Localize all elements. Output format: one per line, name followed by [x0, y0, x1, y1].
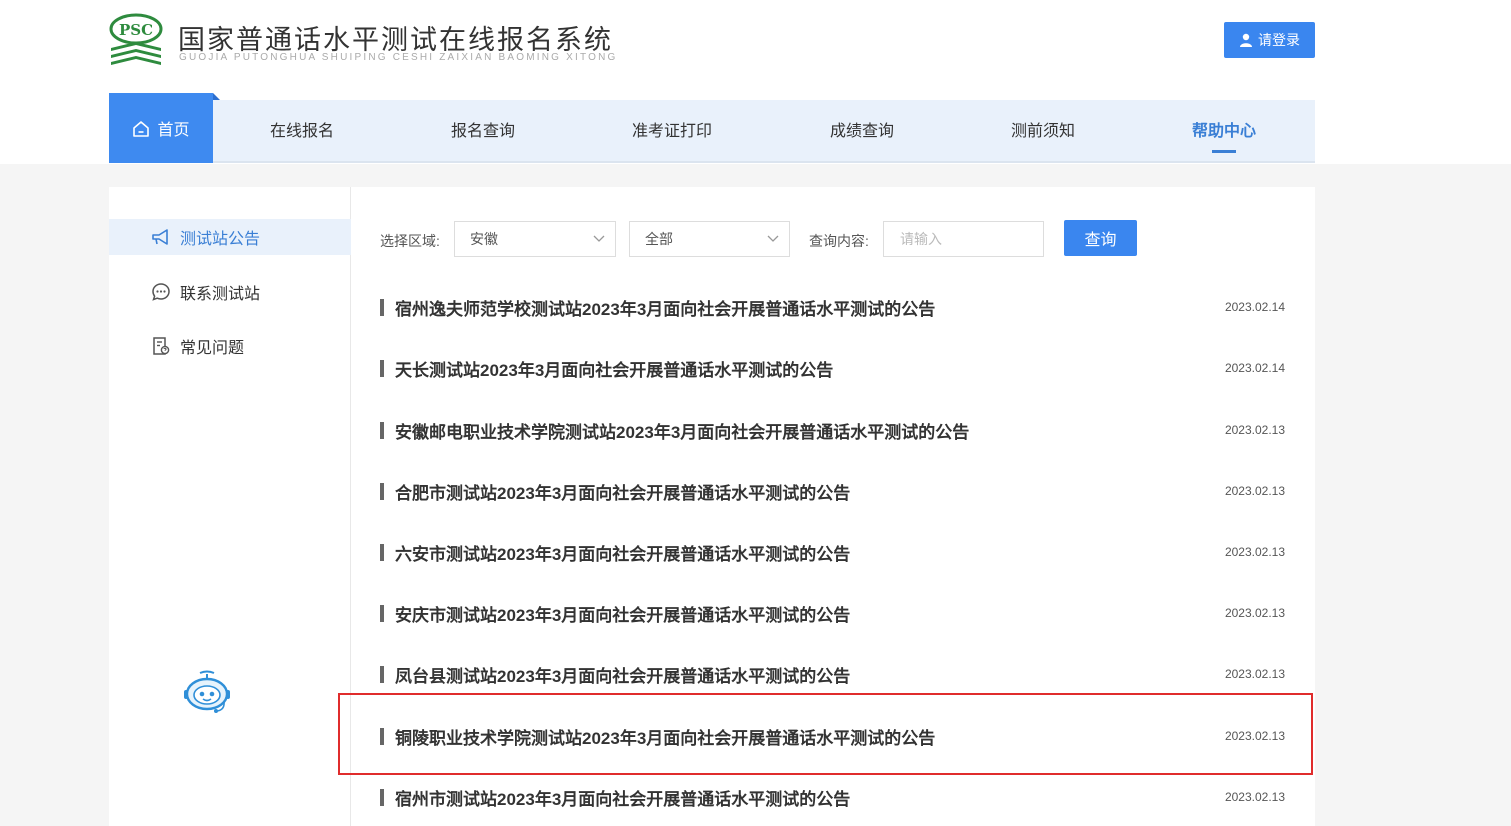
sidebar-item-label: 测试站公告: [180, 231, 261, 248]
search-input[interactable]: [883, 221, 1044, 257]
sidebar-item-station-notices[interactable]: 测试站公告: [109, 219, 351, 255]
notice-title[interactable]: 宿州市测试站2023年3月面向社会开展普通话水平测试的公告: [395, 785, 1225, 810]
notice-date: 2023.02.13: [1224, 667, 1285, 681]
psc-logo-icon: PSC: [109, 13, 163, 65]
login-label: 请登录: [1258, 32, 1300, 48]
notice-date: 2023.02.14: [1224, 300, 1285, 314]
region-select-value: 安徽: [470, 231, 498, 247]
login-button[interactable]: 请登录: [1224, 22, 1315, 58]
notice-date: 2023.02.14: [1224, 361, 1285, 375]
site-logo[interactable]: PSC 国家普通话水平测试在线报名系统 GUOJIA PUTONGHUA SHU…: [108, 12, 648, 70]
nav-home-label: 首页: [157, 122, 190, 139]
nav-item-online-registration[interactable]: 在线报名: [252, 100, 352, 163]
chevron-down-icon: [767, 235, 779, 242]
content-panel: 测试站公告 联系测试站 常见问题 选择区域: 安徽 全部 查询内容: 请输入 查…: [109, 187, 1315, 826]
list-bullet: [380, 359, 384, 377]
notice-title[interactable]: 铜陵职业技术学院测试站2023年3月面向社会开展普通话水平测试的公告: [395, 724, 1225, 749]
notice-date: 2023.02.13: [1224, 790, 1285, 804]
nav-item-registration-query[interactable]: 报名查询: [433, 100, 533, 163]
notice-date: 2023.02.13: [1224, 729, 1285, 743]
notice-date: 2023.02.13: [1224, 484, 1285, 498]
category-select[interactable]: 全部: [629, 221, 790, 257]
document-question-icon: [153, 337, 170, 355]
notice-title[interactable]: 天长测试站2023年3月面向社会开展普通话水平测试的公告: [395, 356, 1225, 381]
main-nav: 首页 在线报名 报名查询 准考证打印 成绩查询 测前须知 帮助中心: [109, 93, 1315, 163]
list-item[interactable]: 天长测试站2023年3月面向社会开展普通话水平测试的公告 2023.02.14: [380, 348, 1285, 388]
list-bullet: [380, 788, 384, 806]
list-item[interactable]: 安徽邮电职业技术学院测试站2023年3月面向社会开展普通话水平测试的公告 202…: [380, 410, 1285, 450]
list-bullet: [380, 543, 384, 561]
sidebar-item-faq[interactable]: 常见问题: [109, 328, 351, 364]
nav-item-help-center[interactable]: 帮助中心: [1174, 100, 1274, 163]
sidebar-item-label: 常见问题: [180, 340, 245, 357]
megaphone-icon: [152, 229, 168, 245]
category-select-value: 全部: [645, 231, 673, 247]
notice-title[interactable]: 安徽邮电职业技术学院测试站2023年3月面向社会开展普通话水平测试的公告: [395, 418, 1225, 443]
list-item[interactable]: 凤台县测试站2023年3月面向社会开展普通话水平测试的公告 2023.02.13: [380, 654, 1285, 694]
region-select[interactable]: 安徽: [454, 221, 616, 257]
notice-title[interactable]: 宿州逸夫师范学校测试站2023年3月面向社会开展普通话水平测试的公告: [395, 295, 1225, 320]
notice-title[interactable]: 安庆市测试站2023年3月面向社会开展普通话水平测试的公告: [395, 601, 1225, 626]
list-item[interactable]: 安庆市测试站2023年3月面向社会开展普通话水平测试的公告 2023.02.13: [380, 593, 1285, 633]
notice-date: 2023.02.13: [1224, 423, 1285, 437]
sidebar-item-contact-station[interactable]: 联系测试站: [109, 274, 351, 310]
region-label: 选择区域:: [380, 233, 440, 249]
sidebar-item-label: 联系测试站: [180, 286, 261, 303]
notice-date: 2023.02.13: [1224, 545, 1285, 559]
query-label: 查询内容:: [809, 233, 869, 249]
nav-item-admission-print[interactable]: 准考证打印: [617, 100, 727, 163]
search-button[interactable]: 查询: [1064, 220, 1137, 256]
list-bullet: [380, 727, 384, 745]
notice-title[interactable]: 凤台县测试站2023年3月面向社会开展普通话水平测试的公告: [395, 662, 1225, 687]
notice-title[interactable]: 合肥市测试站2023年3月面向社会开展普通话水平测试的公告: [395, 479, 1225, 504]
list-item[interactable]: 宿州市测试站2023年3月面向社会开展普通话水平测试的公告 2023.02.13: [380, 777, 1285, 817]
nav-active-indicator: [1212, 150, 1236, 153]
robot-assistant-icon[interactable]: [181, 670, 233, 716]
site-subtitle: GUOJIA PUTONGHUA SHUIPING CESHI ZAIXIAN …: [179, 52, 618, 63]
list-bullet: [380, 298, 384, 316]
list-item[interactable]: 宿州逸夫师范学校测试站2023年3月面向社会开展普通话水平测试的公告 2023.…: [380, 287, 1285, 327]
user-icon: [1240, 33, 1252, 47]
list-item[interactable]: 六安市测试站2023年3月面向社会开展普通话水平测试的公告 2023.02.13: [380, 532, 1285, 572]
list-bullet: [380, 482, 384, 500]
nav-home[interactable]: 首页: [109, 93, 213, 163]
nav-item-pretest-notice[interactable]: 测前须知: [993, 100, 1093, 163]
nav-item-score-query[interactable]: 成绩查询: [812, 100, 912, 163]
list-bullet: [380, 665, 384, 683]
sidebar: 测试站公告 联系测试站 常见问题: [109, 187, 351, 826]
logo-badge-text: PSC: [119, 21, 153, 39]
nav-home-fold: [213, 93, 220, 100]
list-item-highlighted[interactable]: 铜陵职业技术学院测试站2023年3月面向社会开展普通话水平测试的公告 2023.…: [380, 716, 1285, 756]
chevron-down-icon: [593, 235, 605, 242]
list-item[interactable]: 合肥市测试站2023年3月面向社会开展普通话水平测试的公告 2023.02.13: [380, 471, 1285, 511]
chat-bubble-icon: [152, 283, 170, 301]
list-bullet: [380, 421, 384, 439]
home-icon: [133, 120, 150, 137]
notice-title[interactable]: 六安市测试站2023年3月面向社会开展普通话水平测试的公告: [395, 540, 1225, 565]
list-bullet: [380, 604, 384, 622]
notice-date: 2023.02.13: [1224, 606, 1285, 620]
